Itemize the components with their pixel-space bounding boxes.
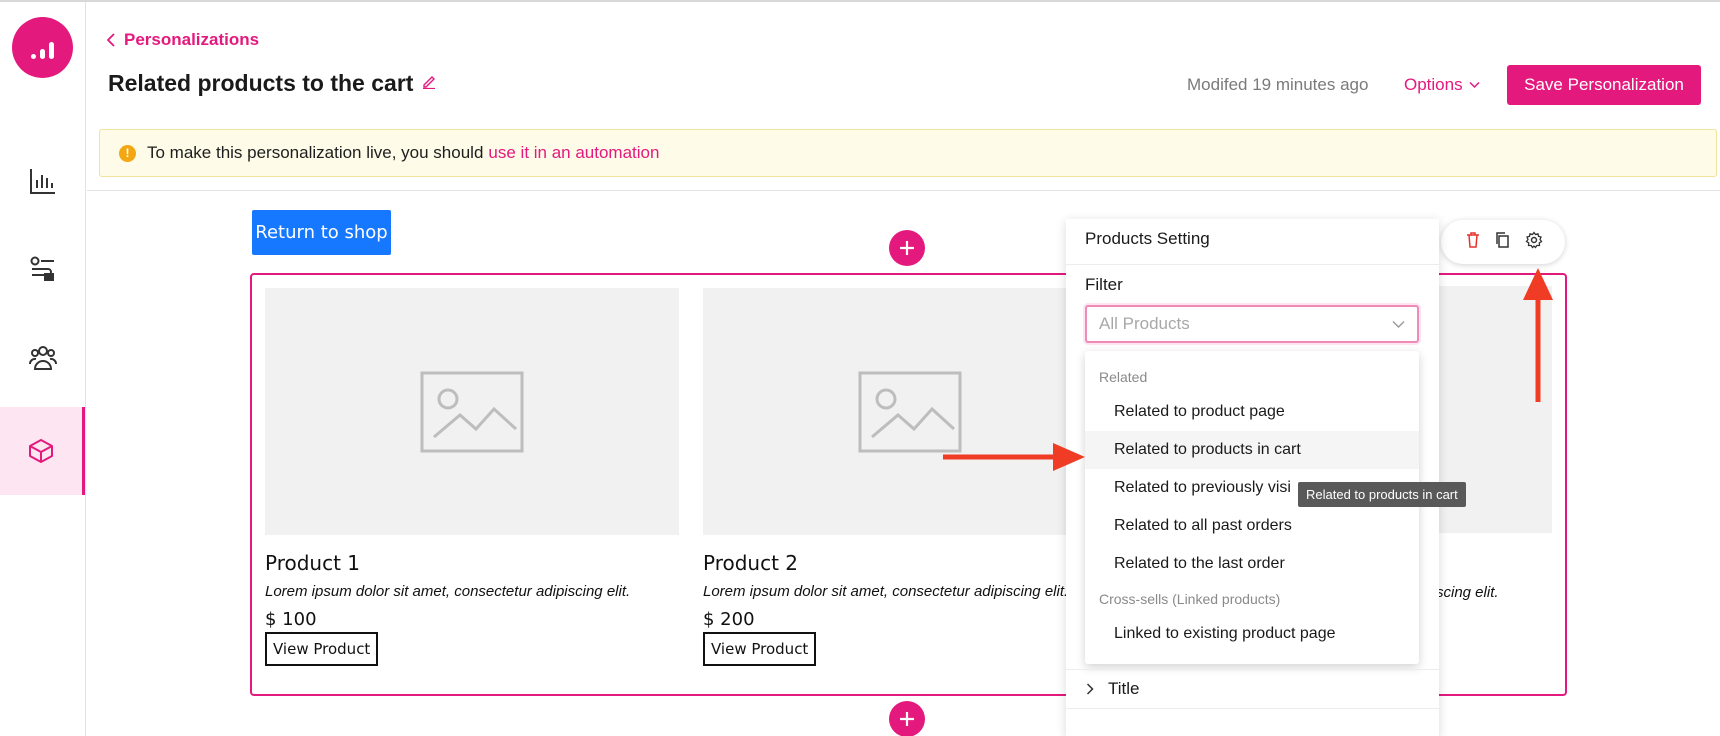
dropdown-option[interactable]: Related to product page: [1085, 393, 1419, 431]
dropdown-group-label: Related: [1099, 369, 1148, 385]
panel-title: Products Setting: [1085, 229, 1210, 248]
dropdown-option[interactable]: Related to products in cart: [1085, 431, 1419, 469]
product-image-placeholder: [265, 288, 679, 535]
return-to-shop-button[interactable]: Return to shop: [252, 210, 391, 255]
product-name: Product 2: [703, 551, 799, 575]
logo-bar: [31, 54, 36, 59]
product-description: scing elit.: [1436, 584, 1499, 601]
title-section-toggle[interactable]: Title: [1066, 669, 1439, 709]
users-group-icon: [28, 346, 57, 370]
app-root: Personalizations Related products to the…: [0, 0, 1720, 736]
chevron-right-icon: [1086, 683, 1094, 695]
product-price: $ 100: [265, 609, 317, 630]
app-logo[interactable]: [12, 17, 73, 78]
product-description: Lorem ipsum dolor sit amet, consectetur …: [265, 583, 631, 600]
sidebar: [0, 2, 86, 736]
panel-divider: [1066, 264, 1439, 265]
title-row: Related products to the cart: [108, 70, 437, 97]
alert-text: To make this personalization live, you s…: [147, 143, 484, 162]
warning-alert: ! To make this personalization live, you…: [99, 129, 1717, 177]
block-settings-button[interactable]: [1525, 230, 1543, 254]
options-label: Options: [1404, 75, 1463, 94]
product-card: Product 1 Lorem ipsum dolor sit amet, co…: [265, 288, 679, 666]
product-name: Product 1: [265, 551, 361, 575]
annotation-arrow-right-icon: [943, 443, 1085, 471]
product-price: $ 200: [703, 609, 755, 630]
title-section-label: Title: [1108, 679, 1140, 698]
block-toolbar: [1441, 220, 1565, 264]
plus-icon: [900, 712, 914, 726]
products-settings-panel: Products Setting Filter All Products Rel…: [1066, 219, 1439, 736]
view-product-button[interactable]: View Product: [265, 632, 379, 666]
modified-timestamp: Modifed 19 minutes ago: [1187, 75, 1369, 94]
cube-icon: [29, 439, 53, 463]
edit-title-button[interactable]: [421, 73, 437, 94]
image-placeholder-icon: [420, 371, 524, 452]
trash-icon: [1466, 231, 1479, 248]
back-link-label: Personalizations: [124, 30, 260, 49]
logo-bar: [49, 42, 54, 59]
copy-icon: [1496, 231, 1509, 248]
chevron-down-icon: [1469, 81, 1480, 89]
chevron-left-icon: [106, 33, 115, 47]
gear-icon: [1525, 230, 1542, 249]
dropdown-option[interactable]: Related to all past orders: [1085, 507, 1419, 545]
pencil-icon: [423, 76, 436, 90]
dropdown-option[interactable]: Linked to existing product page: [1085, 615, 1419, 653]
save-personalization-button[interactable]: Save Personalization: [1507, 65, 1701, 105]
filter-dropdown-menu: Related Related to product page Related …: [1085, 351, 1419, 664]
view-product-button[interactable]: View Product: [703, 632, 817, 666]
duplicate-block-button[interactable]: [1494, 231, 1512, 254]
sidebar-item-contacts[interactable]: [0, 313, 85, 401]
warning-icon: !: [119, 144, 136, 162]
header-divider: [87, 190, 1720, 191]
chevron-down-icon: [1392, 321, 1405, 328]
product-image-placeholder: [703, 288, 1117, 535]
filter-select[interactable]: All Products: [1085, 305, 1419, 343]
logo-bar: [40, 49, 45, 59]
sidebar-item-analytics[interactable]: [0, 137, 85, 225]
delete-block-button[interactable]: [1464, 231, 1482, 254]
back-link[interactable]: Personalizations: [106, 30, 259, 50]
automation-link[interactable]: use it in an automation: [488, 143, 659, 163]
plus-icon: [900, 241, 914, 255]
sidebar-item-automations[interactable]: [0, 225, 85, 313]
filter-placeholder: All Products: [1099, 314, 1190, 333]
workflow-icon: [30, 256, 54, 281]
chart-bars-icon: [29, 169, 55, 194]
add-block-bottom-button[interactable]: [889, 701, 925, 736]
options-dropdown[interactable]: Options: [1404, 75, 1480, 95]
dropdown-group-label: Cross-sells (Linked products): [1099, 591, 1281, 607]
page-title: Related products to the cart: [108, 70, 414, 96]
annotation-arrow-up-icon: [1523, 268, 1553, 402]
product-card: Product 2 Lorem ipsum dolor sit amet, co…: [703, 288, 1117, 666]
product-description: Lorem ipsum dolor sit amet, consectetur …: [703, 583, 1069, 600]
add-block-top-button[interactable]: [889, 230, 925, 266]
option-tooltip: Related to products in cart: [1298, 482, 1466, 507]
filter-label: Filter: [1085, 275, 1123, 294]
sidebar-item-personalizations[interactable]: [0, 407, 85, 495]
dropdown-option[interactable]: Related to the last order: [1085, 545, 1419, 583]
